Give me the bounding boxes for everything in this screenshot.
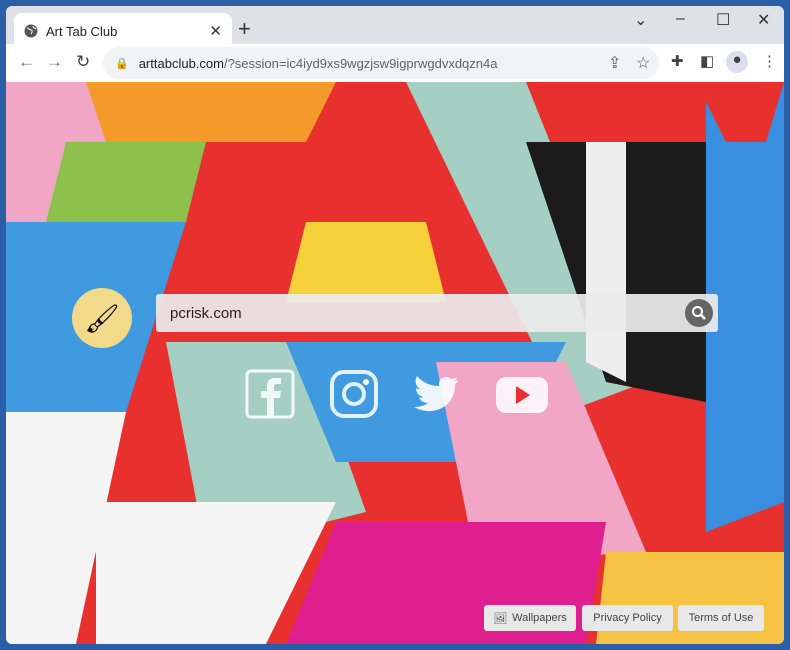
wallpapers-label: Wallpapers	[512, 612, 567, 624]
minimize-button[interactable]: –	[676, 10, 685, 28]
browser-window: Art Tab Club ✕ + ⌄ – ☐ ✕ ← → ↻ 🔒 arttabc…	[6, 6, 784, 644]
toolbar: ← → ↻ 🔒 arttabclub.com/?session=ic4iyd9x…	[6, 44, 784, 82]
art-tab-club-logo: 🖌	[72, 288, 132, 348]
bookmark-star-icon[interactable]: ☆	[636, 53, 650, 73]
side-panel-icon[interactable]: ◧	[700, 52, 714, 70]
terms-of-use-button[interactable]: Terms of Use	[678, 605, 764, 631]
youtube-icon[interactable]	[494, 368, 550, 420]
tab-title: Art Tab Club	[46, 23, 118, 39]
url-domain: arttabclub.com	[138, 55, 224, 71]
search-button[interactable]	[685, 299, 713, 327]
wallpapers-button[interactable]: 🖼 Wallpapers	[484, 605, 576, 631]
lock-icon: 🔒	[115, 57, 129, 70]
globe-icon	[24, 24, 38, 38]
search-box	[156, 294, 718, 332]
forward-button[interactable]: →	[46, 52, 63, 72]
extensions-icon[interactable]: ✚	[671, 52, 684, 70]
menu-icon[interactable]: ⋮	[762, 52, 777, 70]
share-icon[interactable]: ⇪	[608, 53, 621, 73]
tab-search-chevron-icon[interactable]: ⌄	[634, 10, 647, 30]
new-tab-button[interactable]: +	[238, 16, 251, 42]
search-icon	[692, 306, 706, 320]
instagram-icon[interactable]	[328, 368, 380, 420]
maximize-button[interactable]: ☐	[716, 10, 730, 30]
page-content: 🖌 🖼 Wallpapers Privacy Policy Terms of Us…	[6, 82, 784, 644]
back-button[interactable]: ←	[18, 52, 35, 72]
search-input[interactable]	[170, 304, 685, 322]
twitter-icon[interactable]	[410, 368, 462, 420]
url-path: /?session=ic4iyd9xs9wgzjsw9igprwgdvxdqzn…	[223, 55, 498, 71]
background-art	[6, 82, 784, 644]
privacy-policy-button[interactable]: Privacy Policy	[582, 605, 673, 631]
facebook-icon[interactable]	[244, 368, 296, 420]
profile-icon[interactable]: ●	[726, 51, 748, 73]
images-icon: 🖼	[493, 612, 508, 625]
close-tab-icon[interactable]: ✕	[209, 22, 222, 40]
reload-button[interactable]: ↻	[76, 52, 90, 72]
close-window-button[interactable]: ✕	[757, 10, 770, 30]
address-bar[interactable]: 🔒 arttabclub.com/?session=ic4iyd9xs9wgzj…	[103, 47, 659, 79]
